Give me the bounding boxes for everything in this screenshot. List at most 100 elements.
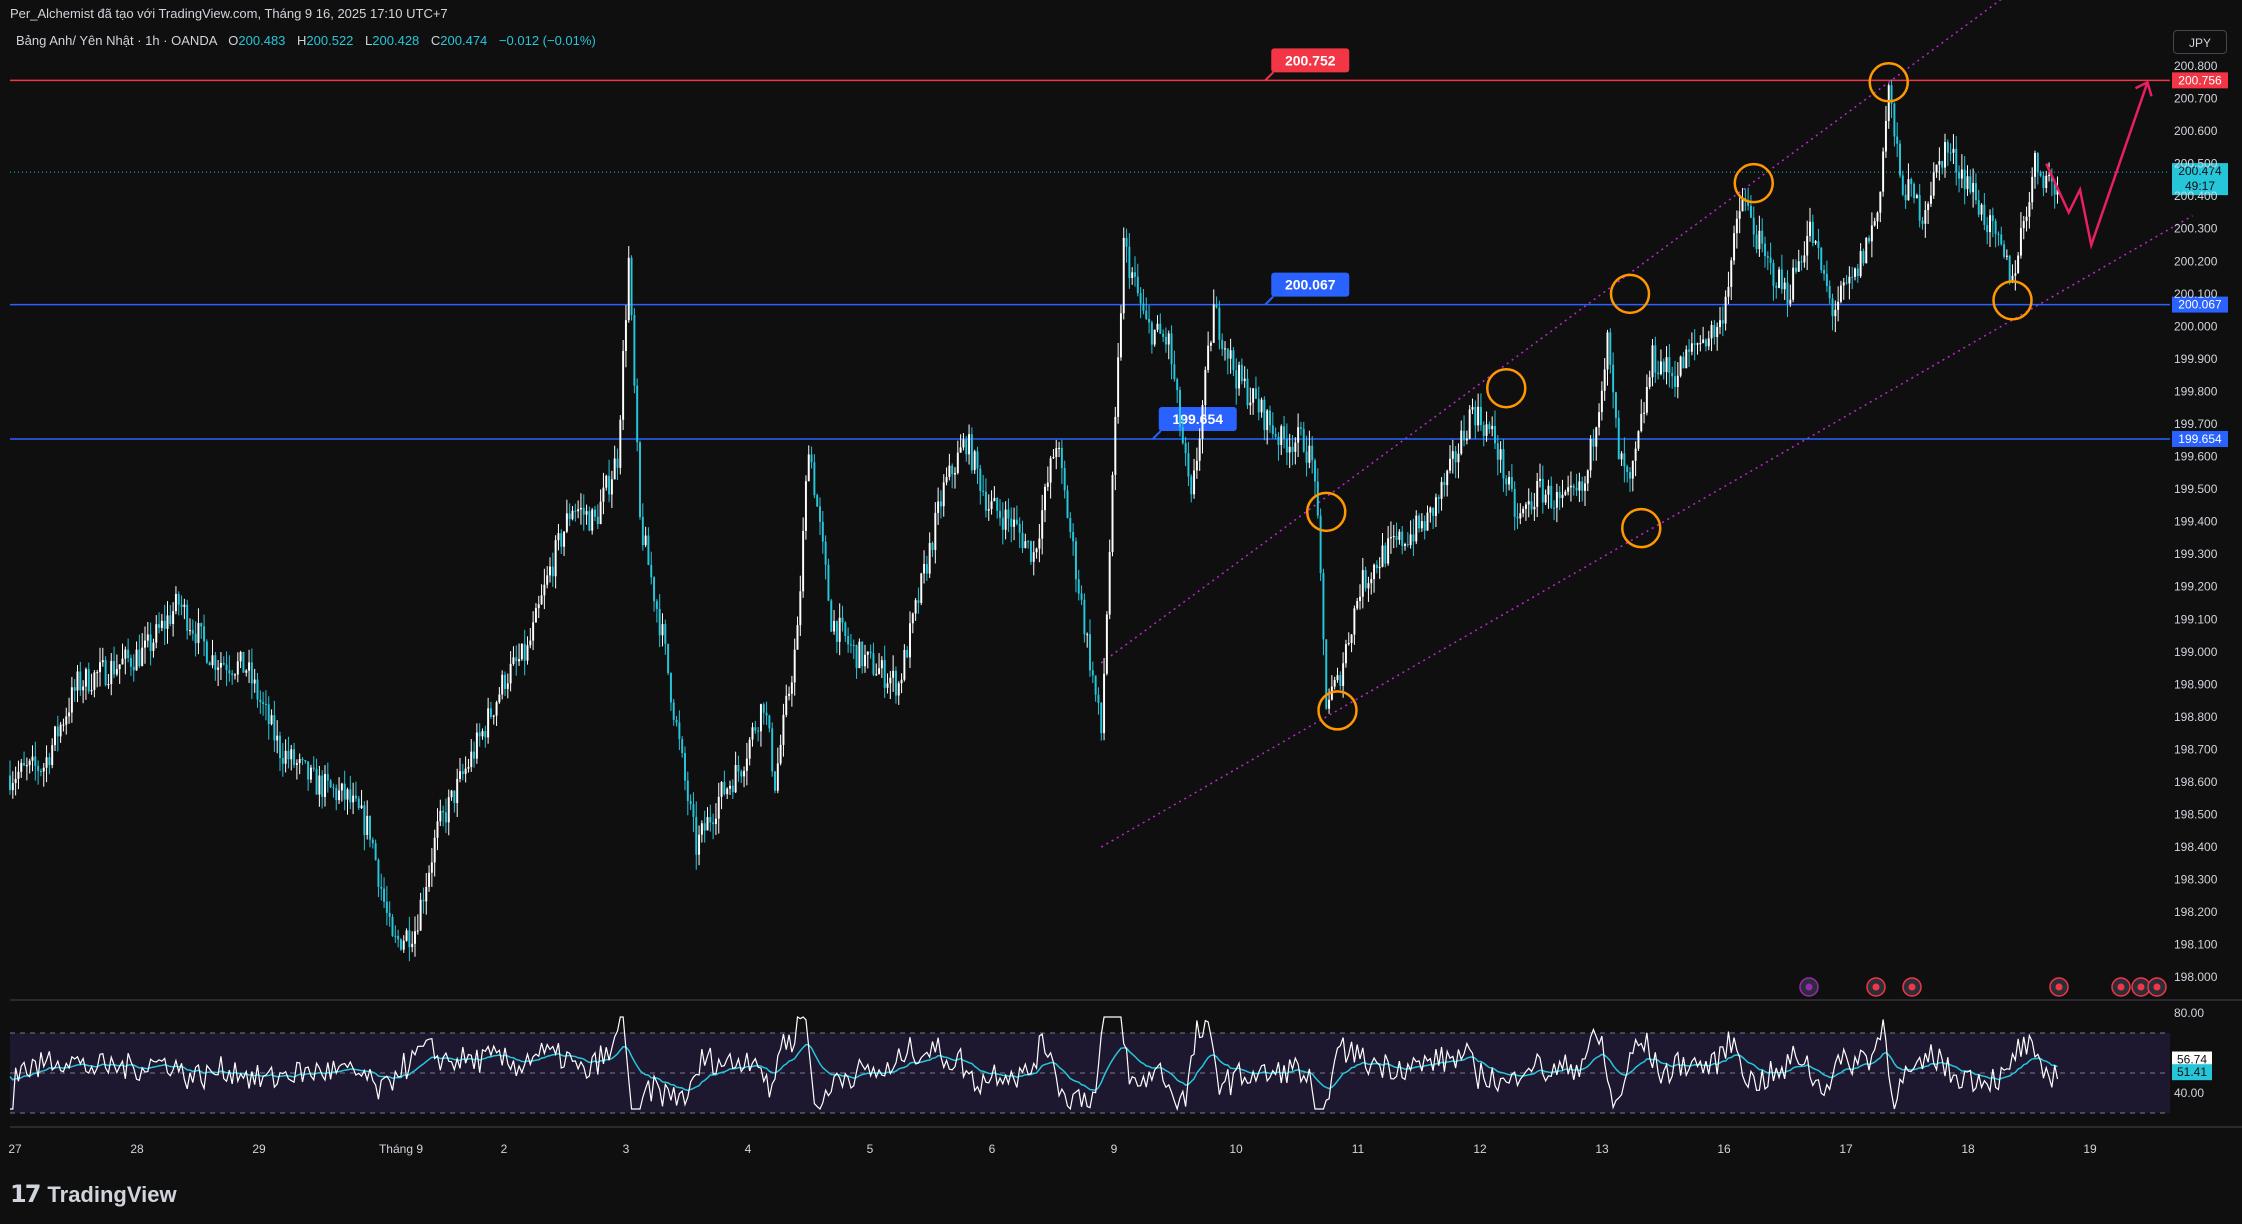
price-tick-label: 199.900 — [2174, 352, 2218, 366]
candle-body — [1035, 548, 1038, 553]
candle-body — [321, 775, 324, 797]
candle-body — [256, 679, 259, 700]
candle-body — [1339, 675, 1342, 686]
candle-body — [585, 511, 588, 515]
candle-body — [1710, 325, 1713, 339]
candle-body — [1314, 460, 1316, 482]
candle-body — [1274, 433, 1277, 437]
candle-body — [1938, 161, 1941, 165]
pivot-circle[interactable] — [1306, 491, 1347, 533]
rsi-pane[interactable]: 80.0040.0056.7451.41 — [9, 1006, 2212, 1114]
candle-body — [1862, 251, 1865, 264]
projection-line[interactable] — [2045, 81, 2149, 250]
candle-body — [2034, 152, 2036, 177]
time-axis[interactable]: 27 28 29 Tháng 9 2 3 4 5 6 9 10 11 12 13 16 17 18 19 — [8, 1142, 2097, 1156]
candle-body — [1640, 413, 1643, 432]
price-axis[interactable]: 200.800 200.700 200.600 200.500 200.400 200.3… — [2174, 59, 2218, 984]
candle-body — [1603, 369, 1606, 391]
tradingview-brand: TradingView — [47, 1181, 177, 1207]
candle-body — [546, 575, 549, 585]
candle-body — [501, 674, 504, 695]
candle-body — [1949, 152, 1952, 154]
candle-body — [203, 626, 206, 642]
candle-body — [1111, 474, 1114, 553]
projection-path[interactable] — [2045, 80, 2153, 250]
candle-body — [920, 573, 923, 603]
candle-body — [2003, 244, 2006, 257]
candle-body — [644, 535, 647, 546]
candle-body — [82, 686, 85, 691]
time-tick-label: 18 — [1961, 1142, 1975, 1156]
pivot-circle[interactable] — [1621, 507, 1662, 549]
candle-body — [1432, 507, 1435, 516]
candle-body — [681, 739, 684, 754]
candle-body — [878, 668, 881, 675]
candle-body — [731, 785, 734, 793]
candle-body — [363, 805, 366, 836]
tradingview-logo[interactable]: 𝟭𝟳 TradingView — [10, 1180, 177, 1209]
event-icons[interactable] — [1799, 977, 2167, 997]
price-tick-label: 200.300 — [2174, 222, 2218, 236]
chart-canvas[interactable]: 200.752200.756200.067200.067199.654199.6… — [0, 0, 2242, 1224]
candle-body — [740, 771, 743, 777]
candle-body — [1119, 313, 1122, 358]
time-tick-label: 29 — [252, 1142, 266, 1156]
candle-body — [509, 663, 512, 684]
candle-body — [1153, 329, 1156, 345]
candle-body — [577, 509, 580, 512]
pivot-circle[interactable] — [1609, 273, 1651, 315]
price-tick-label: 198.000 — [2174, 970, 2218, 984]
candle-body — [1423, 521, 1426, 531]
candle-body — [641, 516, 644, 546]
candle-body — [155, 624, 158, 643]
candle-body — [523, 643, 526, 661]
candle-body — [520, 643, 523, 660]
candle-body — [1249, 402, 1252, 406]
time-tick-label: 4 — [745, 1142, 752, 1156]
candle-body — [762, 704, 765, 713]
candle-body — [1041, 510, 1044, 539]
level-tag-label: 200.752 — [1285, 52, 1336, 68]
candle-body — [1935, 164, 1938, 173]
candle-body — [1519, 513, 1522, 519]
candle-body — [1046, 482, 1049, 487]
pivot-circle[interactable] — [1992, 280, 2033, 321]
candle-body — [1224, 348, 1226, 350]
candle-body — [129, 658, 132, 667]
candle-body — [270, 715, 273, 725]
candle-body — [1550, 485, 1553, 508]
candle-body — [1657, 372, 1660, 375]
candle-body — [686, 780, 689, 801]
candle-body — [504, 674, 506, 689]
candle-body — [717, 796, 720, 819]
candle-body — [1505, 478, 1508, 485]
price-tick-label: 199.200 — [2174, 580, 2218, 594]
pivot-circle[interactable] — [1733, 162, 1774, 204]
candle-body — [537, 604, 540, 609]
candle-body — [942, 482, 945, 507]
flag-event-icon-dot — [2153, 983, 2161, 991]
candle-body — [1089, 634, 1091, 671]
channel-upper-line[interactable] — [1100, 0, 2192, 664]
candle-body — [1029, 541, 1032, 562]
candle-body — [1944, 142, 1946, 168]
candle-body — [807, 454, 810, 482]
candle-body — [1575, 487, 1578, 491]
candle-body — [1547, 485, 1550, 495]
candle-body — [253, 679, 256, 684]
candle-body — [911, 613, 914, 624]
candle-body — [1094, 675, 1097, 695]
candle-body — [1257, 398, 1260, 413]
pivot-circle[interactable] — [1486, 367, 1527, 409]
candle-body — [1184, 443, 1187, 454]
price-tick-label: 200.400 — [2174, 189, 2218, 203]
candle-body — [1527, 501, 1530, 505]
candle-body — [1752, 217, 1755, 235]
pivot-circles[interactable] — [1306, 62, 2033, 731]
candle-body — [1159, 323, 1162, 334]
candle-body — [973, 451, 976, 471]
candle-body — [1643, 412, 1646, 414]
candle-body — [1721, 320, 1724, 324]
candle-body — [2008, 255, 2011, 281]
candle-body — [1977, 200, 1980, 215]
